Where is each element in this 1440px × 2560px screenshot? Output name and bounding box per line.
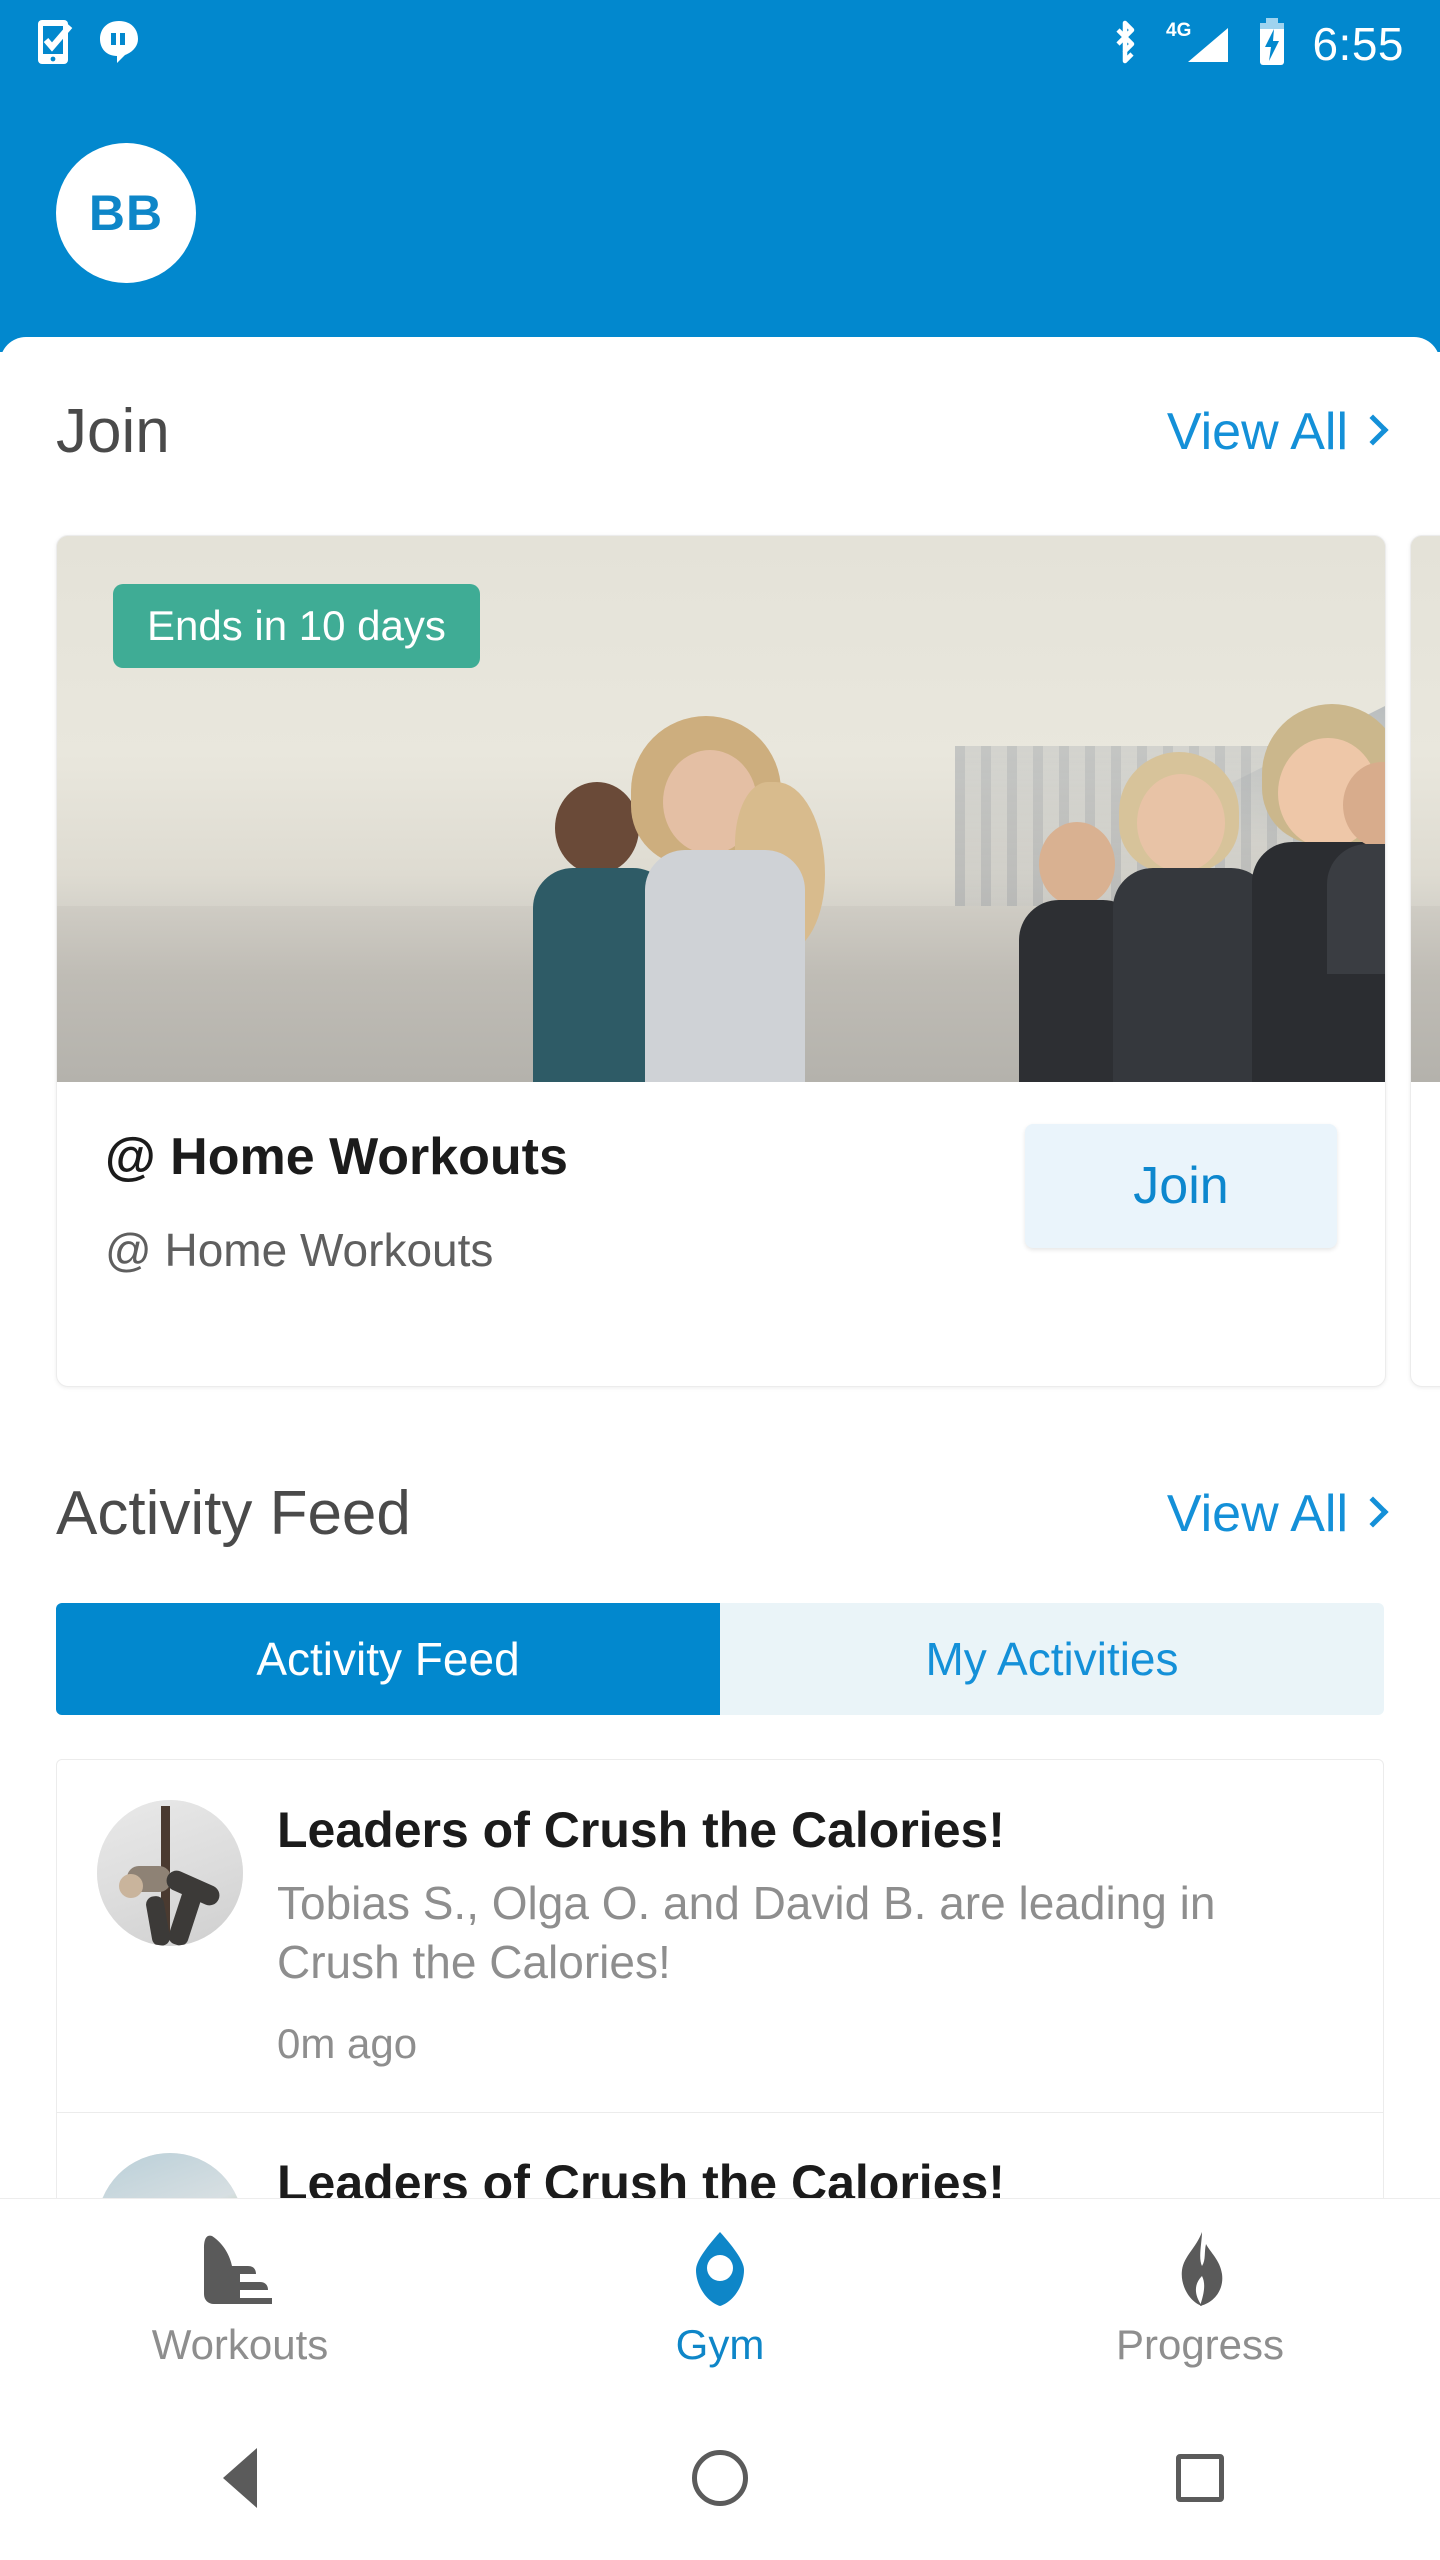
status-bar: 4G 6:55 [0,0,1440,88]
feed-item[interactable]: Leaders of Crush the Calories! Tobias S.… [57,1760,1383,2112]
tab-my-activities[interactable]: My Activities [720,1603,1384,1715]
back-button[interactable] [0,2448,480,2508]
flame-icon [1162,2230,1238,2308]
status-bar-left-icons [36,18,140,71]
join-section-title: Join [56,397,170,466]
tab-progress[interactable]: Progress [960,2230,1440,2366]
recents-button[interactable] [960,2454,1440,2502]
activity-tabs: Activity Feed My Activities [56,1603,1384,1715]
app-screen: 4G 6:55 BB Join View All Ends in 10 days… [0,0,1440,2560]
activity-view-all-label: View All [1166,1485,1348,1543]
feed-item-title: Leaders of Crush the Calories! [277,2154,1005,2198]
signal-4g-icon: 4G [1166,18,1232,71]
join-section-header: Join View All [0,401,1440,463]
home-button[interactable] [480,2450,960,2506]
tab-workouts-label: Workouts [151,2320,329,2368]
challenge-card-next[interactable] [1410,535,1440,1387]
chevron-right-icon [1357,1496,1389,1528]
gym-diamond-icon [680,2230,760,2308]
shoe-icon [194,2230,286,2308]
challenge-card-image: Ends in 10 days [57,536,1385,1082]
challenge-badge: Ends in 10 days [113,584,480,668]
back-triangle-icon [223,2448,257,2508]
feed-item-description: Tobias S., Olga O. and David B. are lead… [277,1877,1216,1988]
home-circle-icon [692,2450,748,2506]
chevron-right-icon [1357,414,1389,446]
recents-square-icon [1176,2454,1224,2502]
avatar-initials: BB [88,185,164,241]
content-sheet: Join View All Ends in 10 days @ Home Wor… [0,337,1440,2198]
bottom-tab-bar: Workouts Gym Progress [0,2198,1440,2396]
join-view-all-link[interactable]: View All [1166,402,1389,462]
phone-check-icon [36,18,76,71]
feed-avatar [97,2152,243,2198]
status-bar-clock: 6:55 [1312,18,1404,70]
svg-text:4G: 4G [1166,20,1191,41]
feed-item[interactable]: Leaders of Crush the Calories! [57,2111,1383,2198]
status-bar-right-icons: 4G 6:55 [1108,17,1404,72]
tab-gym[interactable]: Gym [480,2230,960,2366]
challenge-subtitle: @ Home Workouts [105,1223,494,1276]
tab-workouts[interactable]: Workouts [0,2230,480,2366]
activity-feed-list: Leaders of Crush the Calories! Tobias S.… [56,1759,1384,2198]
join-view-all-label: View All [1166,403,1348,461]
challenge-card-body: @ Home Workouts @ Home Workouts Join [57,1082,1385,1277]
activity-section-title: Activity Feed [56,1479,411,1548]
avatar[interactable]: BB [56,143,196,283]
activity-view-all-link[interactable]: View All [1166,1484,1389,1544]
join-button[interactable]: Join [1025,1124,1337,1248]
bluetooth-icon [1108,18,1142,71]
feed-item-texts: Leaders of Crush the Calories! [277,2153,1343,2198]
tab-progress-label: Progress [1115,2320,1285,2368]
challenge-title: @ Home Workouts [105,1128,568,1186]
feed-item-texts: Leaders of Crush the Calories! Tobias S.… [277,1800,1343,2068]
feed-item-title: Leaders of Crush the Calories! [277,1802,1005,1858]
tab-gym-label: Gym [675,2320,765,2368]
feed-item-timestamp: 0m ago [277,2019,418,2067]
hangouts-quote-icon [98,19,140,70]
battery-charging-icon [1256,17,1288,72]
activity-feed-section: Activity Feed View All Activity Feed My … [0,1483,1440,2198]
challenge-card[interactable]: Ends in 10 days @ Home Workouts @ Home W… [56,535,1386,1387]
feed-avatar [97,1800,243,1946]
system-navigation-bar [0,2396,1440,2560]
challenge-carousel[interactable]: Ends in 10 days @ Home Workouts @ Home W… [0,525,1440,1397]
challenge-card-next-image [1411,536,1440,1082]
tab-activity-feed[interactable]: Activity Feed [56,1603,720,1715]
activity-section-header: Activity Feed View All [0,1483,1440,1545]
